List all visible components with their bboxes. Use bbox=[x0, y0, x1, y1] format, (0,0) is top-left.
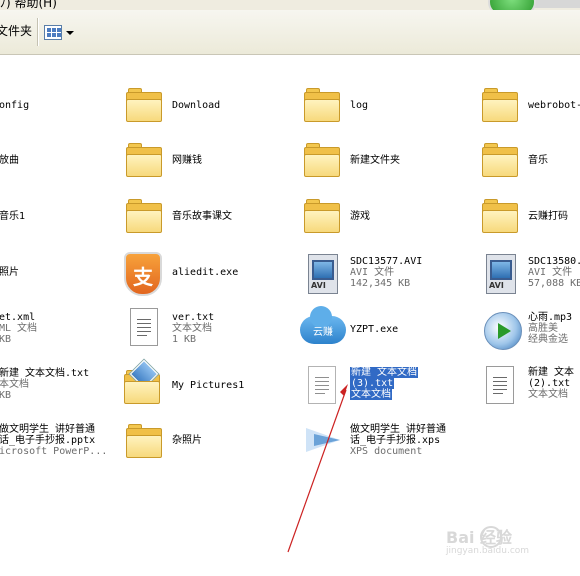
baidu-watermark: Bai 经验 jingyan.baidu.com bbox=[446, 526, 530, 556]
baidu-paw-icon bbox=[480, 526, 502, 548]
annotation-arrow bbox=[287, 384, 348, 553]
